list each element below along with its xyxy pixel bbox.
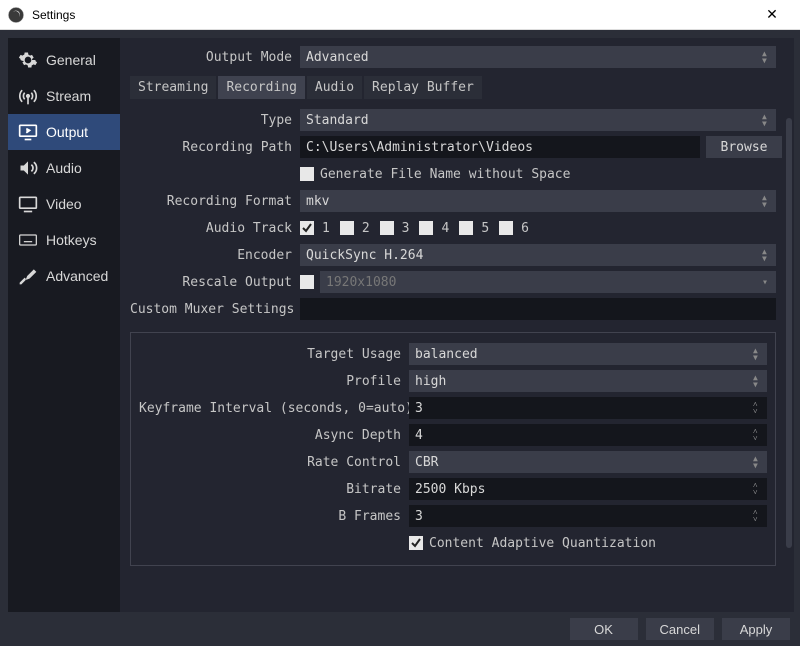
close-button[interactable]: ✕ (752, 6, 792, 23)
audio-track-5[interactable]: 5 (459, 221, 489, 236)
tools-icon (18, 266, 38, 286)
speaker-icon (18, 158, 38, 178)
encoder-select[interactable]: QuickSync H.264 ▲▼ (300, 244, 776, 266)
monitor-icon (18, 194, 38, 214)
target-usage-select[interactable]: balanced ▲▼ (409, 343, 767, 365)
profile-label: Profile (139, 374, 409, 389)
caq-checkbox[interactable]: Content Adaptive Quantization (409, 536, 656, 551)
audio-track-4[interactable]: 4 (419, 221, 449, 236)
muxer-label: Custom Muxer Settings (130, 302, 300, 317)
recording-format-select[interactable]: mkv ▲▼ (300, 190, 776, 212)
muxer-input[interactable] (300, 298, 776, 320)
rescale-label: Rescale Output (130, 275, 300, 290)
sidebar-item-stream[interactable]: Stream (8, 78, 120, 114)
bframes-input[interactable]: 3 ˄˅ (409, 505, 767, 527)
rate-control-label: Rate Control (139, 455, 409, 470)
recording-path-label: Recording Path (130, 140, 300, 155)
spinner-icon[interactable]: ˄˅ (753, 426, 763, 444)
content-area: Output Mode Advanced ▲▼ Streaming Record… (120, 38, 794, 612)
audio-track-group: 1 2 3 4 5 6 (300, 221, 529, 236)
checkbox-icon (409, 536, 423, 550)
async-depth-label: Async Depth (139, 428, 409, 443)
gen-name-no-space-checkbox[interactable]: Generate File Name without Space (300, 167, 570, 182)
sidebar-item-output[interactable]: Output (8, 114, 120, 150)
sidebar: General Stream Output Audio (8, 38, 120, 612)
sidebar-item-label: Audio (46, 160, 82, 176)
chevron-down-icon: ▾ (762, 273, 772, 291)
updown-icon: ▲▼ (753, 345, 763, 363)
monitor-arrow-icon (18, 122, 38, 142)
tab-recording[interactable]: Recording (218, 76, 304, 99)
gear-icon (18, 50, 38, 70)
antenna-icon (18, 86, 38, 106)
bitrate-input[interactable]: 2500 Kbps ˄˅ (409, 478, 767, 500)
type-select[interactable]: Standard ▲▼ (300, 109, 776, 131)
checkbox-icon (300, 167, 314, 181)
audio-track-6[interactable]: 6 (499, 221, 529, 236)
sidebar-item-label: Hotkeys (46, 232, 97, 248)
checkbox-icon (419, 221, 433, 235)
spinner-icon[interactable]: ˄˅ (753, 507, 763, 525)
sidebar-item-hotkeys[interactable]: Hotkeys (8, 222, 120, 258)
tab-replay-buffer[interactable]: Replay Buffer (364, 76, 482, 99)
sidebar-item-label: Advanced (46, 268, 108, 284)
sidebar-item-video[interactable]: Video (8, 186, 120, 222)
sidebar-item-label: Output (46, 124, 88, 140)
rescale-value-input[interactable]: 1920x1080 ▾ (320, 271, 776, 293)
checkbox-icon (459, 221, 473, 235)
sidebar-item-label: Stream (46, 88, 91, 104)
output-mode-select[interactable]: Advanced ▲▼ (300, 46, 776, 68)
window-title: Settings (32, 8, 752, 22)
updown-icon: ▲▼ (762, 48, 772, 66)
updown-icon: ▲▼ (762, 192, 772, 210)
checkbox-icon (340, 221, 354, 235)
titlebar: Settings ✕ (0, 0, 800, 30)
keyboard-icon (18, 230, 38, 250)
bitrate-label: Bitrate (139, 482, 409, 497)
sidebar-item-label: General (46, 52, 96, 68)
scrollbar[interactable] (786, 118, 792, 548)
bframes-label: B Frames (139, 509, 409, 524)
sidebar-item-general[interactable]: General (8, 42, 120, 78)
spinner-icon[interactable]: ˄˅ (753, 480, 763, 498)
audio-track-label: Audio Track (130, 221, 300, 236)
ok-button[interactable]: OK (570, 618, 638, 640)
sidebar-item-label: Video (46, 196, 82, 212)
audio-track-1[interactable]: 1 (300, 221, 330, 236)
encoder-settings-panel: Target Usage balanced ▲▼ Profile high ▲▼… (130, 332, 776, 566)
obs-logo-icon (8, 7, 24, 23)
updown-icon: ▲▼ (762, 111, 772, 129)
async-depth-input[interactable]: 4 ˄˅ (409, 424, 767, 446)
sidebar-item-audio[interactable]: Audio (8, 150, 120, 186)
keyframe-input[interactable]: 3 ˄˅ (409, 397, 767, 419)
spinner-icon[interactable]: ˄˅ (753, 399, 763, 417)
audio-track-3[interactable]: 3 (380, 221, 410, 236)
recording-path-input[interactable]: C:\Users\Administrator\Videos (300, 136, 700, 158)
output-mode-label: Output Mode (130, 50, 300, 65)
cancel-button[interactable]: Cancel (646, 618, 714, 640)
footer: OK Cancel Apply (0, 612, 800, 646)
tab-audio[interactable]: Audio (307, 76, 362, 99)
target-usage-label: Target Usage (139, 347, 409, 362)
checkbox-icon (300, 221, 314, 235)
tab-streaming[interactable]: Streaming (130, 76, 216, 99)
sidebar-item-advanced[interactable]: Advanced (8, 258, 120, 294)
output-mode-value: Advanced (306, 50, 369, 65)
output-tabs: Streaming Recording Audio Replay Buffer (130, 76, 790, 99)
apply-button[interactable]: Apply (722, 618, 790, 640)
recording-format-label: Recording Format (130, 194, 300, 209)
audio-track-2[interactable]: 2 (340, 221, 370, 236)
profile-select[interactable]: high ▲▼ (409, 370, 767, 392)
rate-control-select[interactable]: CBR ▲▼ (409, 451, 767, 473)
encoder-label: Encoder (130, 248, 300, 263)
rescale-checkbox[interactable] (300, 275, 314, 289)
updown-icon: ▲▼ (753, 453, 763, 471)
updown-icon: ▲▼ (753, 372, 763, 390)
type-label: Type (130, 113, 300, 128)
checkbox-icon (380, 221, 394, 235)
keyframe-label: Keyframe Interval (seconds, 0=auto) (139, 401, 409, 416)
updown-icon: ▲▼ (762, 246, 772, 264)
checkbox-icon (499, 221, 513, 235)
browse-button[interactable]: Browse (706, 136, 782, 158)
